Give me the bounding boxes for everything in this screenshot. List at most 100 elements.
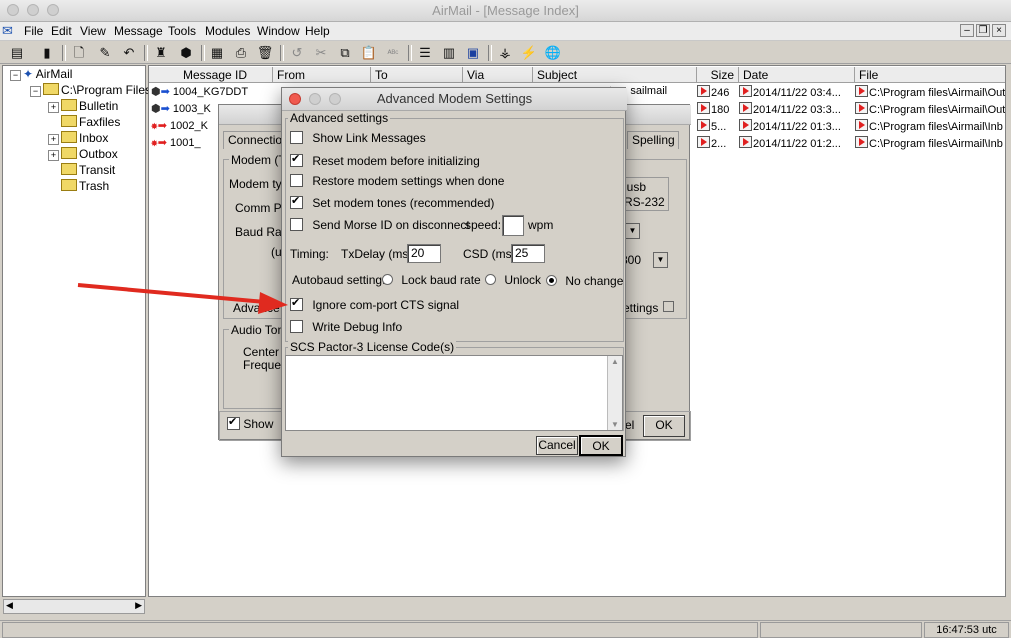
connect-icon[interactable]: ⬢: [177, 44, 195, 62]
save-icon[interactable]: ▦: [208, 44, 226, 62]
column-header-from[interactable]: From: [273, 67, 371, 83]
expand-bulletin-icon[interactable]: +: [48, 102, 59, 113]
option-send-morse-id[interactable]: Send Morse ID on disconnect: [290, 218, 470, 232]
license-textarea[interactable]: ▲ ▼: [285, 355, 623, 431]
book-icon[interactable]: ▮: [38, 44, 56, 62]
scroll-right-icon[interactable]: ▶: [135, 600, 142, 611]
morse-speed-input[interactable]: [502, 215, 524, 236]
minimize-window-icon[interactable]: [27, 4, 39, 16]
option-ignore-cts[interactable]: Ignore com-port CTS signal: [290, 296, 459, 312]
spellcheck-icon[interactable]: ᴬᴮᶜ: [384, 44, 402, 62]
view-list-icon[interactable]: ☰: [416, 44, 434, 62]
reset-modem-checkbox[interactable]: [290, 152, 303, 167]
tab-spelling[interactable]: Spelling: [627, 131, 679, 149]
column-header-subject[interactable]: Subject: [533, 67, 697, 83]
baud-dropdown-icon[interactable]: ▼: [653, 252, 668, 268]
tree-folder-outbox[interactable]: Outbox: [61, 147, 118, 161]
tree-folder-transit[interactable]: Transit: [61, 163, 115, 177]
comm-port-dropdown-icon[interactable]: ▼: [625, 223, 640, 239]
autobaud-no-change[interactable]: No change: [546, 274, 623, 288]
tree-folder-bulletin[interactable]: Bulletin: [61, 99, 118, 113]
collapse-root-icon[interactable]: −: [10, 70, 21, 81]
column-header-id[interactable]: Message ID: [149, 67, 273, 83]
mdi-restore-icon[interactable]: ❐: [976, 24, 990, 37]
scroll-down-icon[interactable]: ▼: [611, 420, 619, 429]
scroll-up-icon[interactable]: ▲: [611, 357, 619, 366]
collapse-path-icon[interactable]: −: [30, 86, 41, 97]
column-header-date[interactable]: Date: [739, 67, 855, 83]
globe-icon[interactable]: 🌐: [544, 44, 562, 62]
expand-inbox-icon[interactable]: +: [48, 134, 59, 145]
view-detail-icon[interactable]: ▥: [440, 44, 458, 62]
delete-icon[interactable]: 🗑: [256, 44, 274, 62]
edit-message-icon[interactable]: ✎: [96, 44, 114, 62]
write-debug-checkbox[interactable]: [290, 320, 303, 333]
option-restore-modem[interactable]: Restore modem settings when done: [290, 174, 504, 188]
option-write-debug[interactable]: Write Debug Info: [290, 320, 402, 334]
settings-checkbox[interactable]: [663, 301, 674, 312]
txdelay-input[interactable]: 20: [407, 244, 441, 263]
paste-icon[interactable]: 📋: [360, 44, 378, 62]
cancel-button[interactable]: Cancel: [536, 436, 578, 455]
folder-list-icon[interactable]: ▤: [8, 44, 26, 62]
autobaud-lock[interactable]: Lock baud rate: [382, 273, 481, 287]
zoom-window-icon[interactable]: [47, 4, 59, 16]
menu-file[interactable]: File: [24, 24, 43, 38]
table-row[interactable]: ⬢➡ 1004_KG7DDT: [151, 85, 271, 98]
tree-folder-inbox[interactable]: Inbox: [61, 131, 108, 145]
menu-view[interactable]: View: [80, 24, 106, 38]
set-modem-tones-checkbox[interactable]: [290, 194, 303, 209]
column-header-to[interactable]: To: [371, 67, 463, 83]
tree-folder-trash[interactable]: Trash: [61, 179, 109, 193]
show-checkbox-row[interactable]: Show: [227, 415, 273, 431]
tree-path[interactable]: C:\Program Files\: [43, 83, 154, 97]
tree-folder-faxfiles[interactable]: Faxfiles: [61, 115, 120, 129]
license-vertical-scrollbar[interactable]: ▲ ▼: [607, 356, 622, 430]
radio-tower-icon[interactable]: ⚶: [496, 44, 514, 62]
lightning-icon[interactable]: ⚡: [520, 44, 538, 62]
column-header-size[interactable]: Size: [697, 67, 739, 83]
dialog-zoom-icon[interactable]: [329, 93, 341, 105]
reply-icon[interactable]: ↶: [120, 44, 138, 62]
show-checkbox[interactable]: [227, 415, 240, 430]
mdi-minimize-icon[interactable]: –: [960, 24, 974, 37]
mdi-close-icon[interactable]: ×: [992, 24, 1006, 37]
copy-icon[interactable]: ⧉: [336, 44, 354, 62]
option-set-modem-tones[interactable]: Set modem tones (recommended): [290, 194, 494, 210]
option-show-link-messages[interactable]: Show Link Messages: [290, 131, 426, 145]
app-icon[interactable]: ✉: [2, 23, 13, 39]
menu-help[interactable]: Help: [305, 24, 330, 38]
unlock-radio[interactable]: [485, 274, 496, 285]
restore-modem-checkbox[interactable]: [290, 174, 303, 187]
menu-edit[interactable]: Edit: [51, 24, 72, 38]
menu-window[interactable]: Window: [257, 24, 300, 38]
print-icon[interactable]: ⎙: [232, 44, 250, 62]
tree-root[interactable]: ✦ AirMail: [23, 67, 72, 81]
column-header-via[interactable]: Via: [463, 67, 533, 83]
column-header-file[interactable]: File: [855, 67, 1005, 83]
csd-input[interactable]: 25: [511, 244, 545, 263]
undo-icon[interactable]: ↺: [288, 44, 306, 62]
autobaud-unlock[interactable]: Unlock: [485, 273, 541, 287]
dialog-close-icon[interactable]: [289, 93, 301, 105]
option-reset-modem[interactable]: Reset modem before initializing: [290, 152, 480, 168]
menu-message[interactable]: Message: [114, 24, 163, 38]
tab-connection[interactable]: Connection: [223, 131, 289, 149]
background-ok-button[interactable]: OK: [643, 415, 685, 437]
expand-outbox-icon[interactable]: +: [48, 150, 59, 161]
menu-tools[interactable]: Tools: [168, 24, 196, 38]
no-change-radio[interactable]: [546, 275, 557, 286]
menu-modules[interactable]: Modules: [205, 24, 250, 38]
tree-horizontal-scrollbar[interactable]: ◀ ▶: [3, 599, 145, 614]
scroll-left-icon[interactable]: ◀: [6, 600, 13, 611]
clip-icon[interactable]: ♜: [152, 44, 170, 62]
ok-button[interactable]: OK: [579, 435, 623, 456]
view-window-icon[interactable]: ▣: [464, 44, 482, 62]
cut-icon[interactable]: ✂: [312, 44, 330, 62]
lock-baud-radio[interactable]: [382, 274, 393, 285]
close-window-icon[interactable]: [7, 4, 19, 16]
show-link-messages-checkbox[interactable]: [290, 131, 303, 144]
send-morse-id-checkbox[interactable]: [290, 218, 303, 231]
new-message-icon[interactable]: 🗋: [70, 44, 88, 62]
dialog-minimize-icon[interactable]: [309, 93, 321, 105]
